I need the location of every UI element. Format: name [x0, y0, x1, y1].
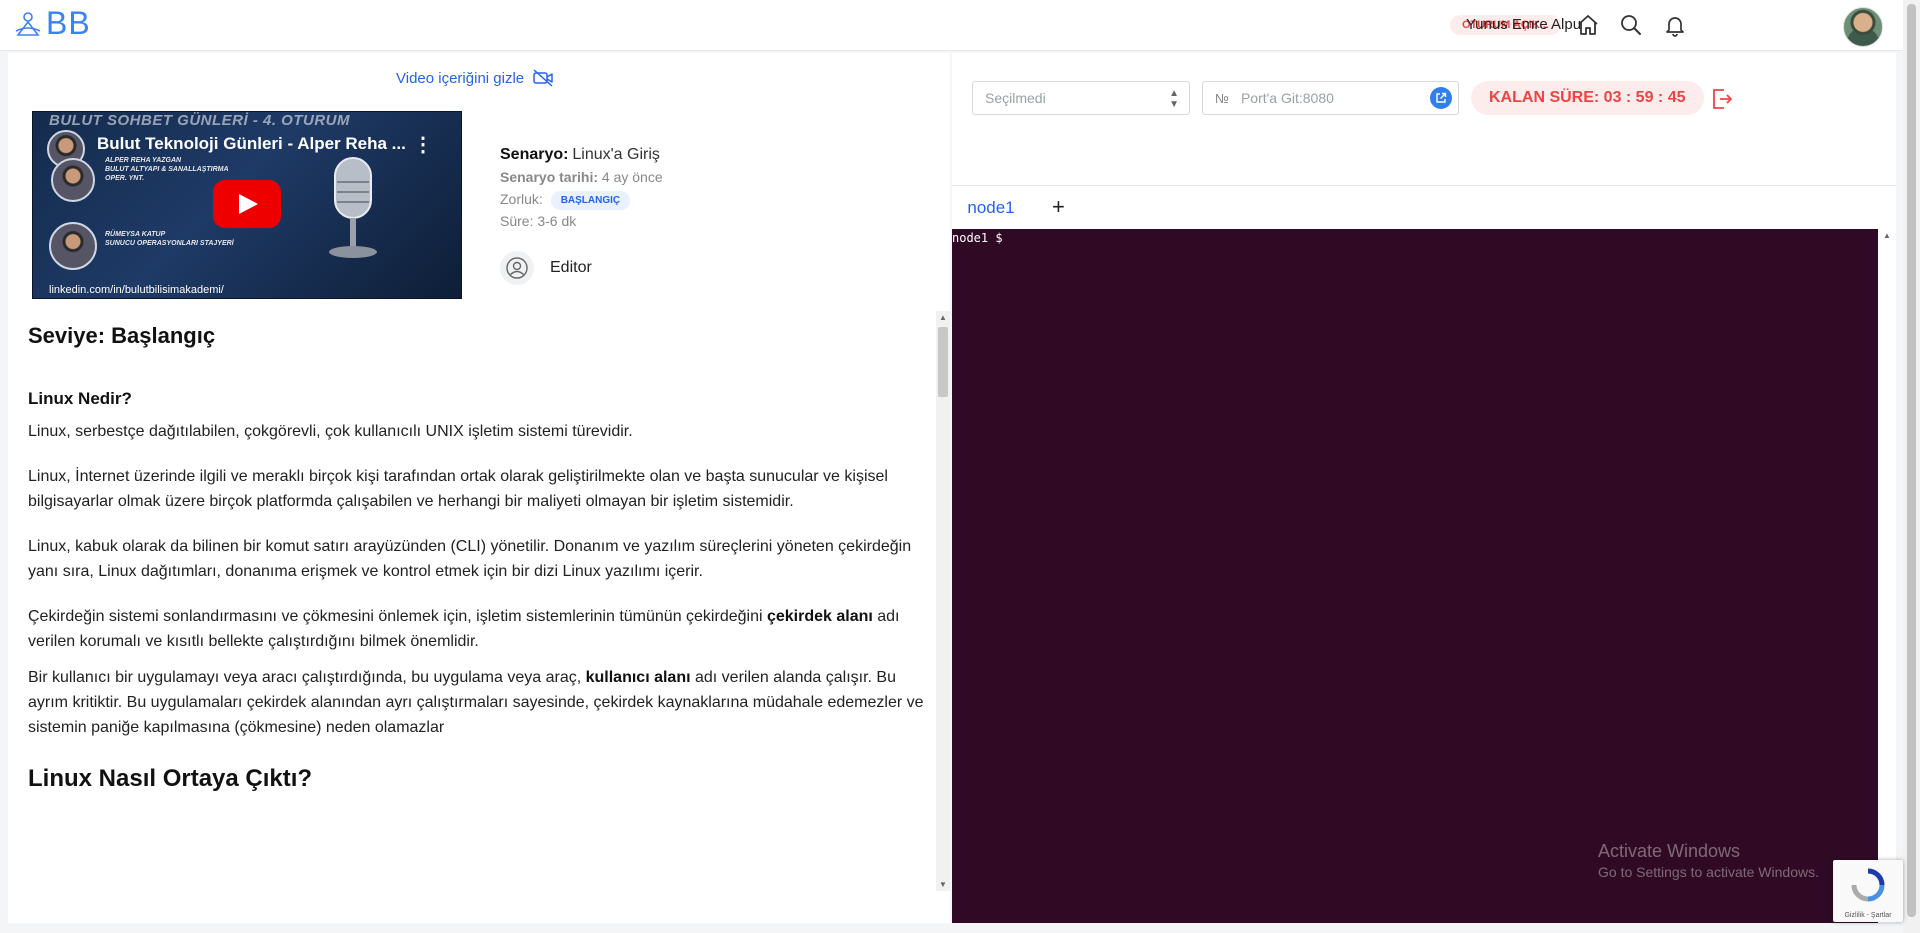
terminal-prompt: node1 $ [952, 231, 1003, 245]
difficulty-badge: BAŞLANGIÇ [550, 190, 631, 210]
search-icon[interactable] [1618, 12, 1644, 38]
editor-label: Editor [550, 259, 592, 276]
video-player[interactable]: BULUT SOHBET GÜNLERİ - 4. OTURUM Bulut T… [32, 111, 462, 299]
exit-session-icon[interactable] [1710, 87, 1734, 111]
open-port-button[interactable] [1430, 87, 1452, 109]
scenario-meta: Senaryo: Linux'a Giriş Senaryo tarihi: 4… [500, 143, 663, 232]
windows-activation-watermark: Activate Windows Go to Settings to activ… [1598, 841, 1819, 880]
recaptcha-badge[interactable]: Gizlilik - Şartlar [1833, 860, 1903, 922]
kernel-space-term: çekirdek alanı [766, 608, 873, 625]
add-terminal-button[interactable]: + [1052, 194, 1065, 220]
speaker-avatar [51, 158, 95, 202]
scenario-name-row: Senaryo: Linux'a Giriş [500, 143, 663, 166]
paragraph: Bir kullanıcı bir uygulamayı veya aracı … [28, 665, 924, 740]
paragraph-text: Bir kullanıcı bir uygulamayı veya aracı … [28, 669, 586, 686]
scenario-panel: Video içeriğini gizle BULUT SOHBET GÜNLE… [8, 53, 950, 923]
paragraph: Çekirdeğin sistemi sonlandırmasını ve çö… [28, 604, 924, 654]
section-heading: Linux Nasıl Ortaya Çıktı? [28, 765, 313, 792]
paragraph: Linux, İnternet üzerinde ilgili ve merak… [28, 468, 888, 510]
scenario-name-label: Senaryo: [500, 146, 569, 163]
page-scroll-thumb[interactable] [1907, 4, 1916, 917]
level-heading: Seviye: Başlangıç [28, 323, 216, 348]
watermark-line: Activate Windows [1598, 841, 1741, 861]
scenario-date: 4 ay önce [601, 169, 663, 185]
port-input[interactable] [1238, 89, 1423, 107]
speaker-caption: ALPER REHA YAZGAN BULUT ALTYAPI & SANALL… [105, 157, 229, 182]
scenario-content: Seviye: Başlangıç Linux Nedir? Linux, se… [28, 323, 924, 791]
logo-icon [15, 11, 41, 36]
scenario-name: Linux'a Giriş [572, 146, 660, 163]
watermark-line: Go to Settings to activate Windows. [1598, 864, 1819, 880]
microphone-icon [329, 157, 377, 258]
external-link-icon [1436, 92, 1447, 103]
scroll-down-icon[interactable]: ▼ [939, 880, 947, 889]
editor-info[interactable]: Editor [500, 251, 592, 285]
bell-icon[interactable] [1662, 12, 1688, 38]
duration-row: Süre: 3-6 dk [500, 210, 663, 232]
node-select[interactable]: Seçilmedi ▲ ▼ [972, 81, 1190, 115]
user-circle-icon [500, 251, 534, 285]
scenario-date-label: Senaryo tarihi: [500, 169, 599, 185]
scenario-date-row: Senaryo tarihi: 4 ay önce [500, 166, 663, 188]
hide-video-toggle[interactable]: Video içeriğini gizle [396, 68, 554, 88]
recaptcha-text[interactable]: Gizlilik - Şartlar [1833, 912, 1903, 919]
lab-panel: Seçilmedi ▲▼ № KALAN SÜRE: 03 : 59 : 45 … [952, 53, 1896, 923]
content-scroll-thumb[interactable] [938, 327, 948, 397]
user-space-term: kullanıcı alanı [585, 669, 691, 686]
tab-node1[interactable]: node1 [952, 186, 1030, 231]
paragraph: Linux, kabuk olarak da bilinen bir komut… [28, 538, 912, 580]
port-field[interactable]: № [1202, 81, 1459, 115]
user-name[interactable]: Yunus Emre Alpu [1466, 16, 1581, 33]
scroll-up-icon[interactable]: ▲ [1883, 231, 1891, 240]
more-options-icon[interactable]: ⋮ [413, 132, 433, 157]
video-link-text: linkedin.com/in/bulutbilisimakademi/ [49, 284, 224, 296]
recaptcha-icon [1851, 868, 1885, 902]
terminal[interactable]: node1 $ [952, 229, 1878, 923]
terminal-tabs: node1 + [952, 185, 1896, 231]
scroll-up-icon[interactable]: ▲ [939, 313, 947, 322]
remaining-time: KALAN SÜRE: 03 : 59 : 45 [1471, 81, 1704, 115]
terminal-scrollbar[interactable]: ▲ [1878, 229, 1896, 923]
node-select-value: Seçilmedi [985, 90, 1046, 106]
section-heading: Linux Nedir? [28, 389, 132, 408]
video-banner-text: BULUT SOHBET GÜNLERİ - 4. OTURUM [49, 112, 350, 129]
duration-value: 3-6 dk [537, 213, 577, 229]
content-scrollbar[interactable]: ▲ ▼ [936, 311, 950, 891]
select-arrows-icon: ▲ ▼ [1169, 88, 1179, 110]
duration-label: Süre: [500, 213, 534, 229]
play-button[interactable] [213, 180, 281, 228]
avatar[interactable] [1843, 7, 1883, 47]
paragraph: Linux, serbestçe dağıtılabilen, çokgörev… [28, 423, 633, 440]
port-number-prefix: № [1215, 90, 1229, 106]
speaker-caption: RÜMEYSA KATUP SUNUCU OPERASYONLARI STAJY… [105, 231, 234, 247]
logo[interactable]: BB [14, 5, 91, 42]
page-scrollbar[interactable] [1903, 0, 1920, 933]
difficulty-row: Zorluk: BAŞLANGIÇ [500, 188, 663, 210]
top-bar: BB OTURUM AÇIK... Yunus Emre Alpu [0, 0, 1920, 51]
paragraph-text: Çekirdeğin sistemi sonlandırmasını ve çö… [28, 608, 767, 625]
speaker-avatar [49, 222, 97, 270]
logo-text: BB [46, 5, 91, 41]
difficulty-label: Zorluk: [500, 191, 543, 207]
hide-video-label: Video içeriğini gizle [396, 69, 525, 87]
video-off-icon [533, 69, 553, 87]
video-title: Bulut Teknoloji Günleri - Alper Reha ... [97, 134, 406, 153]
